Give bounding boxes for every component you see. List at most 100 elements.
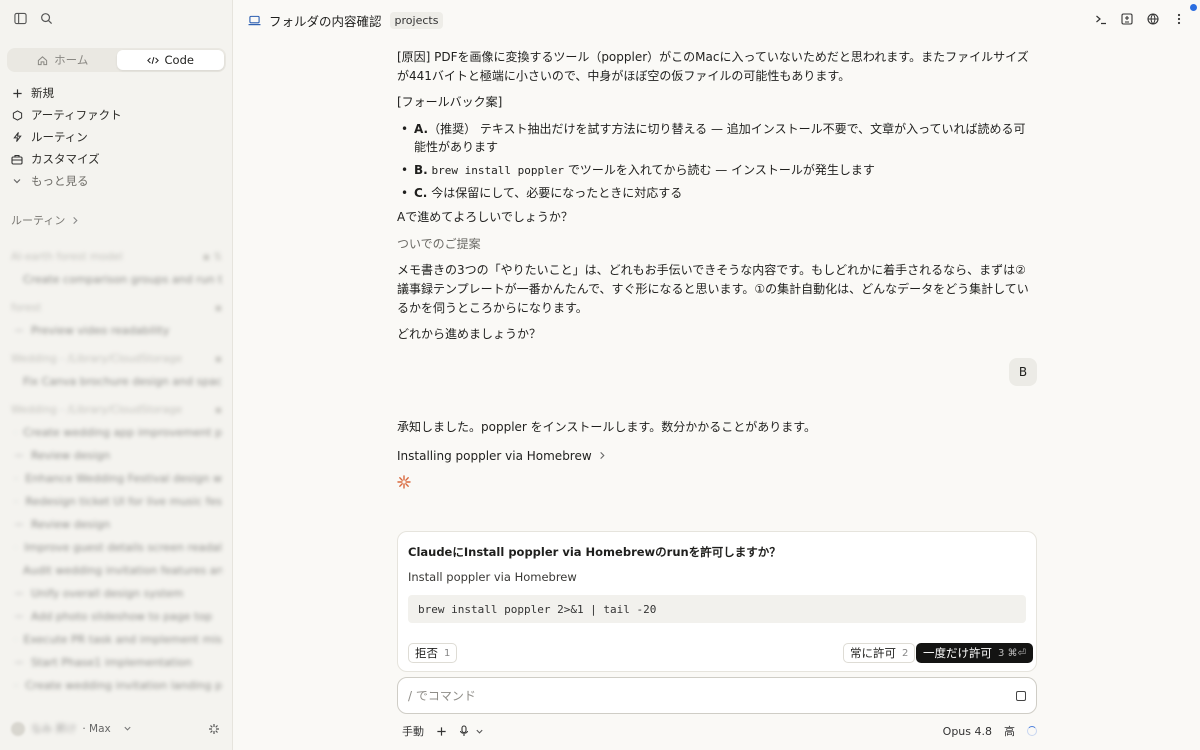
deny-button[interactable]: 拒否 1 (408, 643, 458, 663)
sidebar-item-routines[interactable]: ルーティン (11, 126, 224, 148)
option-code: brew install poppler (431, 163, 564, 177)
option-key: C. (414, 185, 428, 200)
page-title: フォルダの内容確認 (269, 13, 382, 29)
item-label: Redesign ticket UI for live music fes (25, 495, 222, 508)
tab-code-label: Code (164, 53, 194, 67)
list-item[interactable]: Review design (11, 444, 222, 467)
message-ack: 承知しました。poppler をインストールします。数分かかることがあります。 (397, 420, 817, 434)
list-item[interactable]: Execute PR task and implement mis (11, 628, 222, 651)
assistant-message: [原因] PDFを画像に変換するツール（poppler）がこのMacに入っていな… (397, 48, 1037, 352)
tab-home[interactable]: ホーム (9, 50, 117, 70)
sidebar-item-label: 新規 (31, 86, 54, 100)
item-label: Review design (31, 449, 111, 462)
sidebar-item-new[interactable]: 新規 (11, 82, 224, 104)
group-label: forest (11, 302, 42, 314)
sidebar-item-customize[interactable]: カスタマイズ (11, 148, 224, 170)
session-group: AI-earth forest model ▪ ⇅ (11, 251, 222, 263)
list-item[interactable]: Create wedding app improvement p (11, 421, 222, 444)
option-text: （推奨） テキスト抽出だけを試す方法に切り替える — 追加インストール不要で、文… (414, 121, 1026, 155)
group-label: Wedding - /Library/CloudStorage (11, 404, 183, 416)
tab-code[interactable]: Code (116, 50, 224, 70)
header-actions (1094, 12, 1186, 26)
list-item[interactable]: Create wedding invitation landing p (11, 674, 222, 697)
list-item[interactable]: Start Phase1 implementation (11, 651, 222, 674)
plus-icon (11, 87, 23, 99)
session-group: Wedding - /Library/CloudStorage ▪ (11, 404, 222, 416)
item-label: Create wedding invitation landing p (25, 679, 222, 692)
composer-left-controls: 手動 (402, 723, 484, 739)
command-preview: brew install poppler 2>&1 | tail -20 (408, 595, 1026, 623)
account-menu[interactable]: なみ 昇け · Max (11, 721, 132, 736)
sidebar: ホーム Code 新規 アーティファクト ルーティン カスタマイズ もっと見る (0, 0, 233, 750)
message-proposal: メモ書きの3つの「やりたいこと」は、どれもお手伝いできそうな内容です。もしどれか… (397, 263, 1029, 315)
project-chip[interactable]: projects (389, 11, 444, 29)
composer-right-controls: Opus 4.8 高 (943, 723, 1037, 739)
code-icon (146, 56, 159, 64)
prompt-input[interactable]: / でコマンド (397, 677, 1037, 714)
fallback-options: A.（推奨） テキスト抽出だけを試す方法に切り替える — 追加インストール不要で… (397, 120, 1037, 202)
list-item[interactable]: Redesign ticket UI for live music fes (11, 490, 222, 513)
conversation-title[interactable]: フォルダの内容確認 projects (248, 11, 444, 30)
fallback-heading: [フォールバック案] (397, 95, 503, 110)
item-label: Review design (31, 518, 111, 531)
button-label: 一度だけ許可 (923, 646, 992, 660)
item-label: Audit wedding invitation features an (23, 564, 222, 577)
option-a: A.（推奨） テキスト抽出だけを試す方法に切り替える — 追加インストール不要で… (397, 120, 1037, 157)
list-item[interactable]: Unify overall design system (11, 582, 222, 605)
list-item[interactable]: Improve guest details screen readal (11, 536, 222, 559)
avatar (11, 721, 25, 736)
prompt-placeholder: / でコマンド (408, 689, 476, 703)
mode-selector[interactable]: 手動 (402, 723, 424, 739)
list-item[interactable]: Create comparison groups and run t (11, 268, 222, 291)
terminal-icon[interactable] (1094, 12, 1108, 26)
briefcase-icon (11, 153, 23, 165)
chevron-down-icon (11, 175, 23, 187)
shortcut-hint: 1 (444, 647, 451, 659)
item-label: Unify overall design system (31, 587, 184, 600)
user-name: なみ 昇け (31, 723, 77, 735)
list-item[interactable]: Review design (11, 513, 222, 536)
tool-call-link[interactable]: Installing poppler via Homebrew (397, 447, 1037, 466)
globe-icon[interactable] (1146, 12, 1160, 26)
search-icon[interactable] (38, 10, 54, 26)
chevron-right-icon (599, 452, 605, 460)
sidebar-item-label: ルーティン (31, 130, 88, 144)
stop-icon[interactable] (1016, 690, 1026, 701)
artifacts-icon (11, 109, 23, 121)
message-question: Aで進めてよろしいでしょうか？ (397, 210, 573, 225)
list-item[interactable]: Enhance Wedding Festival design w (11, 467, 222, 490)
home-icon (38, 55, 48, 65)
sparkle-settings-icon[interactable] (208, 723, 220, 735)
list-item[interactable]: Fix Canva brochure design and spac (11, 370, 222, 393)
user-message-bubble: B (1009, 358, 1037, 386)
item-label: Start Phase1 implementation (31, 656, 192, 669)
microphone-icon[interactable] (459, 725, 484, 737)
list-item[interactable]: Add photo slideshow to page top (11, 605, 222, 628)
list-item[interactable]: Preview video readability (11, 319, 222, 342)
effort-selector[interactable]: 高 (1004, 723, 1015, 739)
chevron-down-icon (124, 726, 131, 731)
item-label: Add photo slideshow to page top (31, 610, 213, 623)
more-vertical-icon[interactable] (1172, 12, 1186, 26)
list-item[interactable]: Audit wedding invitation features an (11, 559, 222, 582)
model-selector[interactable]: Opus 4.8 (943, 725, 992, 738)
sidebar-item-more[interactable]: もっと見る (11, 170, 224, 192)
sidebar-item-label: もっと見る (31, 174, 89, 188)
sidebar-item-label: アーティファクト (31, 108, 122, 122)
section-routines-header[interactable]: ルーティン (11, 212, 79, 228)
option-c: C. 今は保留にして、必要になったときに対応する (397, 184, 1037, 203)
chevron-right-icon (73, 216, 78, 224)
lightning-icon (11, 131, 23, 143)
allow-once-button[interactable]: 一度だけ許可 3 ⌘⏎ (916, 643, 1033, 663)
notification-dot (1190, 4, 1197, 11)
diff-icon[interactable] (1120, 12, 1134, 26)
item-label: Fix Canva brochure design and spac (23, 375, 222, 388)
sidebar-item-artifacts[interactable]: アーティファクト (11, 104, 224, 126)
option-key: A. (414, 121, 429, 136)
sidebar-nav: 新規 アーティファクト ルーティン カスタマイズ もっと見る (11, 82, 224, 192)
always-allow-button[interactable]: 常に許可 2 (843, 643, 916, 663)
permission-title: ClaudeにInstall poppler via Homebrewのrunを… (408, 545, 781, 559)
toggle-sidebar-icon[interactable] (12, 10, 28, 26)
group-label: Wedding - /Library/CloudStorage (11, 353, 183, 365)
add-icon[interactable] (436, 726, 447, 737)
